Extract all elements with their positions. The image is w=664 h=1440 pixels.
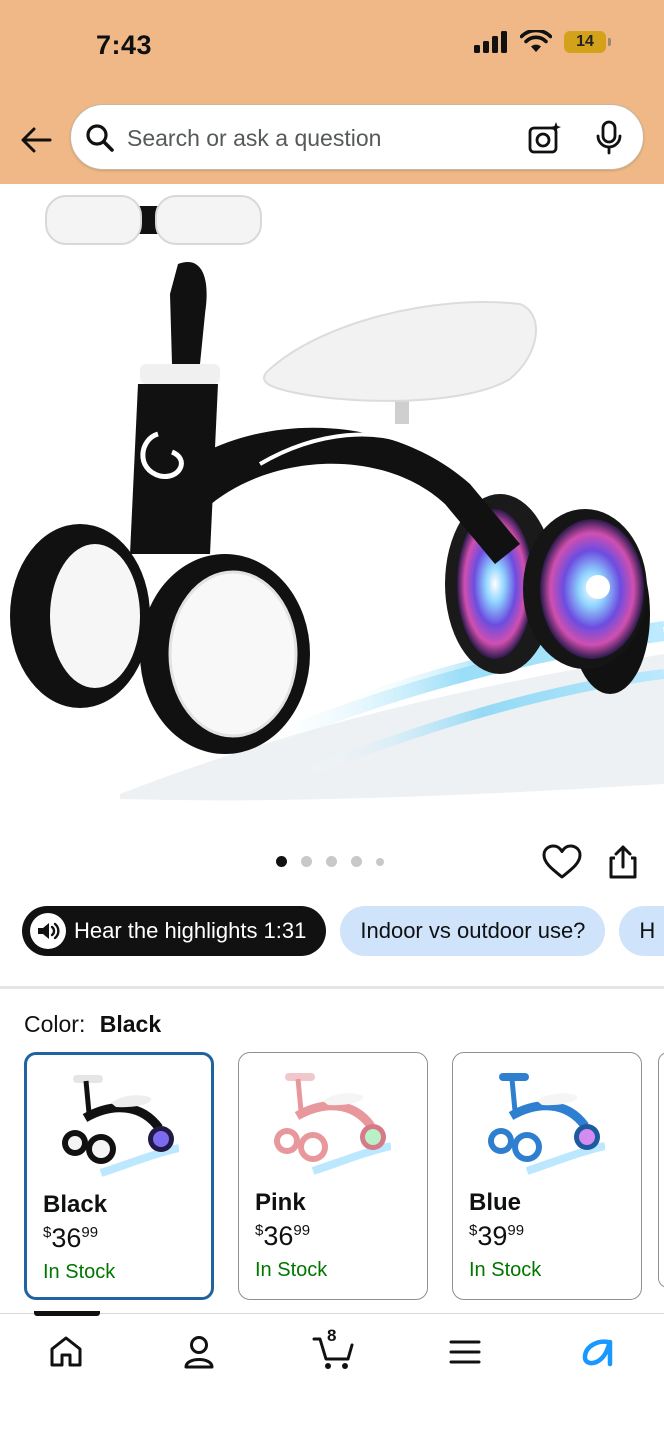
price-fraction: 99 bbox=[507, 1222, 525, 1239]
variant-name: Black bbox=[43, 1191, 108, 1218]
variant-card-next[interactable] bbox=[658, 1052, 664, 1288]
pagination-dot[interactable] bbox=[301, 856, 312, 867]
variant-thumbnail bbox=[62, 1075, 179, 1177]
color-variants: Black $3699 In Stock Pink $3699 In Stock bbox=[24, 1052, 642, 1300]
variant-stock-status: In Stock bbox=[255, 1259, 328, 1281]
rufus-icon bbox=[582, 1339, 613, 1367]
pagination-dot[interactable] bbox=[326, 856, 337, 867]
variant-card-black[interactable]: Black $3699 In Stock bbox=[24, 1052, 214, 1300]
section-divider bbox=[0, 986, 664, 989]
chip-label: H bbox=[639, 918, 656, 943]
pagination-dot[interactable] bbox=[351, 856, 362, 867]
active-tab-indicator bbox=[34, 1311, 100, 1316]
search-icon bbox=[86, 124, 114, 152]
tab-account[interactable] bbox=[177, 1330, 221, 1374]
variant-thumbnail bbox=[274, 1073, 391, 1175]
variant-stock-status: In Stock bbox=[469, 1259, 542, 1281]
signal-icon bbox=[474, 31, 507, 53]
search-input[interactable] bbox=[127, 119, 497, 157]
variant-price: $3699 bbox=[43, 1223, 98, 1254]
variant-name: Blue bbox=[469, 1189, 522, 1216]
gallery-pagination[interactable] bbox=[276, 856, 384, 867]
hear-highlights-chip[interactable]: Hear the highlights 1:31 bbox=[22, 906, 327, 956]
color-selected-value: Black bbox=[99, 1011, 162, 1037]
speaker-icon bbox=[30, 913, 66, 949]
question-chip[interactable]: Indoor vs outdoor use? bbox=[340, 906, 606, 956]
home-icon bbox=[50, 1336, 82, 1367]
tab-home[interactable] bbox=[44, 1330, 88, 1374]
variant-card-pink[interactable]: Pink $3699 In Stock bbox=[238, 1052, 428, 1300]
back-button[interactable] bbox=[16, 122, 56, 158]
variant-stock-status: In Stock bbox=[43, 1261, 116, 1283]
share-icon[interactable] bbox=[606, 844, 640, 880]
variant-price: $3699 bbox=[255, 1221, 310, 1252]
camera-search-icon[interactable] bbox=[527, 121, 563, 155]
status-icons: 14 bbox=[474, 30, 611, 54]
variant-card-blue[interactable]: Blue $3999 In Stock bbox=[452, 1052, 642, 1300]
back-arrow-icon bbox=[21, 127, 52, 153]
question-chip[interactable]: H bbox=[619, 906, 664, 956]
pagination-dot[interactable] bbox=[276, 856, 287, 867]
account-icon bbox=[184, 1336, 214, 1369]
wifi-icon bbox=[520, 30, 552, 52]
variant-price: $3999 bbox=[469, 1221, 524, 1252]
status-time: 7:43 bbox=[96, 30, 153, 60]
tab-rufus[interactable] bbox=[576, 1330, 620, 1374]
price-whole: 36 bbox=[51, 1223, 82, 1253]
variant-name: Pink bbox=[255, 1189, 306, 1216]
chip-label: Hear the highlights 1:31 bbox=[74, 918, 307, 943]
chip-label: Indoor vs outdoor use? bbox=[360, 918, 586, 943]
cart-count: 8 bbox=[327, 1326, 337, 1345]
tab-cart[interactable]: 8 bbox=[310, 1326, 358, 1374]
wishlist-heart-icon[interactable] bbox=[542, 844, 582, 880]
product-image[interactable] bbox=[0, 184, 664, 814]
battery-indicator: 14 bbox=[564, 31, 611, 53]
price-fraction: 99 bbox=[293, 1222, 311, 1239]
search-bar[interactable] bbox=[70, 104, 644, 170]
color-label-prefix: Color: bbox=[24, 1011, 86, 1037]
question-chips: Hear the highlights 1:31 Indoor vs outdo… bbox=[22, 906, 664, 956]
status-bar: 7:43 14 bbox=[0, 0, 664, 90]
price-fraction: 99 bbox=[81, 1224, 99, 1241]
tab-menu[interactable] bbox=[443, 1330, 487, 1374]
color-label: Color: Black bbox=[24, 1011, 161, 1038]
battery-level: 14 bbox=[576, 33, 594, 50]
balance-bike-image bbox=[0, 184, 664, 814]
menu-icon bbox=[449, 1340, 481, 1364]
microphone-icon[interactable] bbox=[595, 120, 623, 156]
variant-thumbnail bbox=[488, 1073, 605, 1175]
price-whole: 39 bbox=[477, 1221, 508, 1251]
pagination-dot[interactable] bbox=[376, 857, 384, 866]
price-whole: 36 bbox=[263, 1221, 294, 1251]
